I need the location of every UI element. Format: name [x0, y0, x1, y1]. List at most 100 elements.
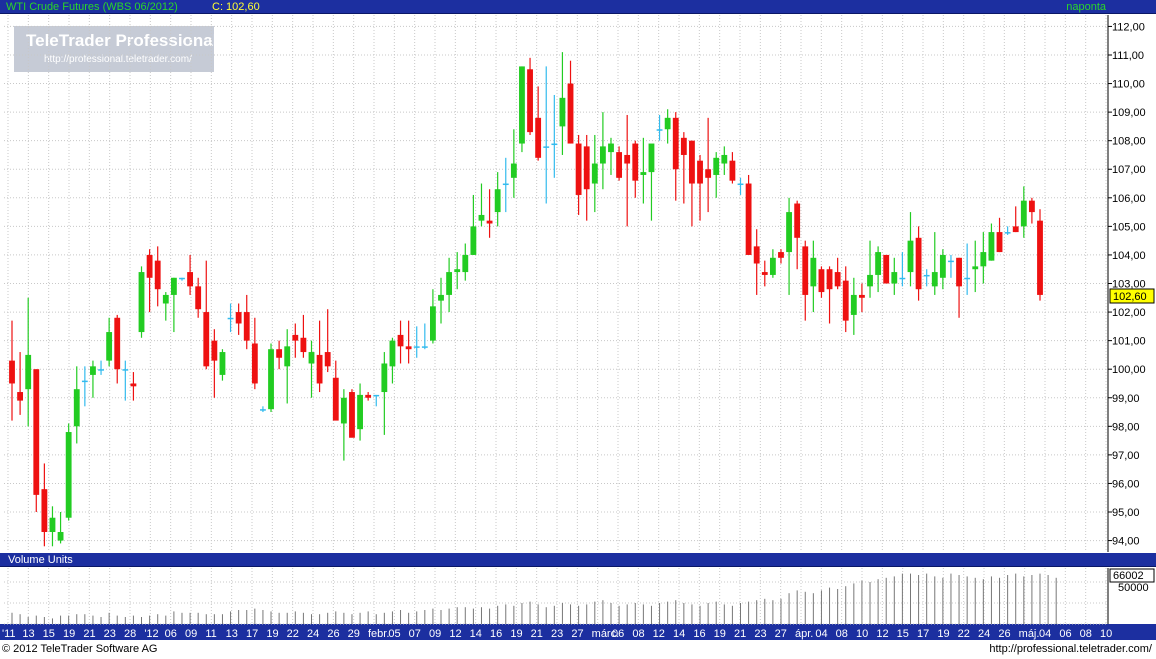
- candle[interactable]: [17, 352, 24, 415]
- candle[interactable]: [162, 292, 169, 321]
- candlestick-chart[interactable]: 94,00 95,00 96,00 97,00 98,00 99,00 100,00 101,…: [0, 0, 1156, 659]
- candle[interactable]: [438, 277, 444, 324]
- candle[interactable]: [1004, 226, 1011, 235]
- candle[interactable]: [260, 406, 266, 413]
- candle[interactable]: [599, 112, 606, 190]
- candle[interactable]: [502, 157, 509, 213]
- candle[interactable]: [9, 320, 15, 421]
- candle[interactable]: [421, 323, 428, 350]
- candle[interactable]: [316, 320, 323, 393]
- candle[interactable]: [41, 463, 48, 547]
- candle[interactable]: [1037, 209, 1043, 301]
- candle[interactable]: [300, 314, 307, 358]
- candle[interactable]: [697, 154, 703, 221]
- candle[interactable]: [818, 266, 825, 298]
- candle[interactable]: [81, 366, 88, 407]
- candle[interactable]: [25, 297, 32, 427]
- candle[interactable]: [891, 257, 898, 295]
- candle[interactable]: [154, 246, 161, 307]
- candle[interactable]: [680, 132, 687, 204]
- candle[interactable]: [357, 383, 363, 441]
- candle[interactable]: [575, 134, 582, 215]
- candle[interactable]: [656, 114, 663, 141]
- candle[interactable]: [729, 152, 736, 184]
- candle[interactable]: [130, 372, 137, 401]
- candle[interactable]: [810, 240, 817, 313]
- candle[interactable]: [850, 277, 857, 335]
- candle[interactable]: [931, 232, 938, 295]
- candle[interactable]: [98, 360, 104, 375]
- candle[interactable]: [187, 254, 193, 295]
- candle[interactable]: [454, 252, 461, 290]
- candle[interactable]: [875, 246, 882, 293]
- candle[interactable]: [996, 217, 1003, 253]
- candle[interactable]: [786, 197, 792, 295]
- candle[interactable]: [753, 229, 760, 295]
- candle[interactable]: [834, 257, 841, 290]
- candle[interactable]: [737, 177, 744, 195]
- candle[interactable]: [106, 317, 113, 367]
- candle[interactable]: [519, 66, 525, 153]
- candle[interactable]: [689, 140, 695, 227]
- candle[interactable]: [462, 243, 469, 281]
- candle[interactable]: [948, 254, 954, 278]
- candle[interactable]: [510, 129, 517, 198]
- candle[interactable]: [397, 320, 404, 364]
- candle[interactable]: [543, 66, 550, 204]
- candle[interactable]: [980, 232, 987, 284]
- candle[interactable]: [778, 249, 784, 264]
- candle[interactable]: [648, 143, 655, 221]
- candle[interactable]: [535, 86, 542, 161]
- candle[interactable]: [340, 389, 347, 461]
- candle[interactable]: [883, 254, 890, 284]
- candle[interactable]: [211, 329, 218, 398]
- candle[interactable]: [486, 189, 493, 238]
- candle[interactable]: [203, 260, 210, 370]
- candle[interactable]: [964, 243, 971, 295]
- candle[interactable]: [478, 183, 485, 227]
- candle[interactable]: [988, 223, 995, 261]
- candle[interactable]: [446, 257, 453, 313]
- candle[interactable]: [49, 506, 56, 547]
- candle[interactable]: [826, 266, 833, 324]
- candle[interactable]: [859, 283, 865, 313]
- candle[interactable]: [956, 257, 962, 318]
- candle[interactable]: [470, 194, 477, 255]
- candle[interactable]: [713, 152, 720, 198]
- candle[interactable]: [559, 52, 566, 155]
- candle[interactable]: [138, 266, 145, 338]
- candle[interactable]: [551, 94, 558, 178]
- candle[interactable]: [769, 249, 776, 278]
- candle[interactable]: [179, 277, 185, 281]
- candle[interactable]: [65, 423, 72, 521]
- candle[interactable]: [170, 277, 177, 333]
- candle[interactable]: [389, 337, 396, 384]
- candle[interactable]: [405, 320, 412, 364]
- candle[interactable]: [867, 240, 873, 298]
- candle[interactable]: [292, 323, 299, 358]
- candle[interactable]: [1012, 206, 1019, 233]
- candle[interactable]: [972, 240, 979, 293]
- candle[interactable]: [57, 512, 64, 544]
- candle[interactable]: [146, 249, 153, 313]
- candle[interactable]: [632, 140, 639, 198]
- candle[interactable]: [276, 340, 283, 370]
- candle[interactable]: [527, 57, 533, 135]
- candle[interactable]: [616, 146, 623, 181]
- candle[interactable]: [122, 360, 129, 401]
- candle[interactable]: [73, 366, 80, 444]
- candle[interactable]: [219, 349, 226, 381]
- candle[interactable]: [349, 389, 355, 438]
- candle[interactable]: [761, 260, 768, 287]
- candle[interactable]: [251, 317, 258, 390]
- candle[interactable]: [365, 392, 372, 401]
- candle[interactable]: [802, 240, 809, 321]
- candle[interactable]: [624, 114, 631, 227]
- candle[interactable]: [1028, 197, 1035, 224]
- candle[interactable]: [227, 303, 234, 333]
- candle[interactable]: [745, 174, 752, 255]
- candle[interactable]: [381, 352, 388, 435]
- candle[interactable]: [842, 266, 849, 333]
- candle[interactable]: [1020, 186, 1027, 238]
- candle[interactable]: [567, 60, 574, 144]
